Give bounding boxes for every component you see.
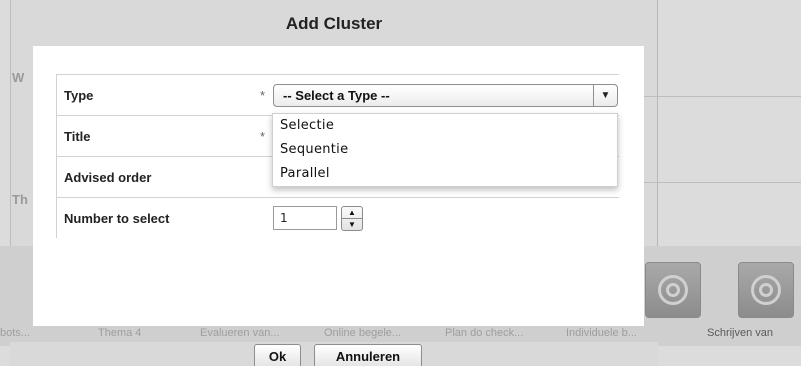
target-icon: [751, 275, 781, 305]
dialog-title: Add Cluster: [285, 14, 383, 33]
number-stepper[interactable]: ▲ ▼: [341, 206, 363, 231]
cancel-button[interactable]: Annuleren: [314, 344, 422, 366]
background-tile: [738, 262, 794, 318]
number-to-select-label: Number to select: [64, 210, 170, 226]
required-marker: *: [260, 128, 266, 144]
background-tile-label: Evalueren van...: [200, 327, 280, 339]
triangle-down-icon[interactable]: ▼: [342, 219, 362, 230]
background-tile-label: Plan do check...: [445, 327, 524, 339]
type-select-value: -- Select a Type --: [283, 88, 390, 103]
chevron-down-icon[interactable]: ▼: [593, 85, 617, 106]
type-label: Type: [64, 87, 94, 103]
background-divider: [644, 182, 801, 183]
type-option-parallel[interactable]: Parallel: [273, 163, 617, 187]
background-heading-fragment: Th: [12, 192, 28, 207]
advised-order-label: Advised order: [64, 169, 152, 185]
background-heading-fragment: W: [12, 70, 25, 85]
background-tile-label: Thema 4: [98, 327, 142, 339]
title-label: Title: [64, 128, 91, 144]
background-tile: [645, 262, 701, 318]
required-marker: *: [260, 87, 266, 103]
type-dropdown-list: Selectie Sequentie Parallel: [272, 113, 618, 187]
type-option-sequentie[interactable]: Sequentie: [273, 139, 617, 163]
type-select[interactable]: -- Select a Type -- ▼: [273, 84, 618, 107]
background-divider: [644, 96, 801, 97]
background-tile-label: Individuele b...: [566, 327, 637, 339]
target-icon: [658, 275, 688, 305]
number-to-select-input[interactable]: 1: [273, 206, 337, 230]
background-tile-label: bots...: [0, 327, 30, 339]
type-row: Type * -- Select a Type -- ▼: [56, 74, 619, 115]
background-tile-label: Online begele...: [324, 327, 402, 339]
background-tile-label: Schrijven van: [707, 327, 774, 339]
number-to-select-row: Number to select 1 ▲ ▼: [56, 197, 619, 238]
triangle-up-icon[interactable]: ▲: [342, 207, 362, 219]
type-option-selectie[interactable]: Selectie: [273, 115, 617, 139]
ok-button[interactable]: Ok: [254, 344, 301, 366]
